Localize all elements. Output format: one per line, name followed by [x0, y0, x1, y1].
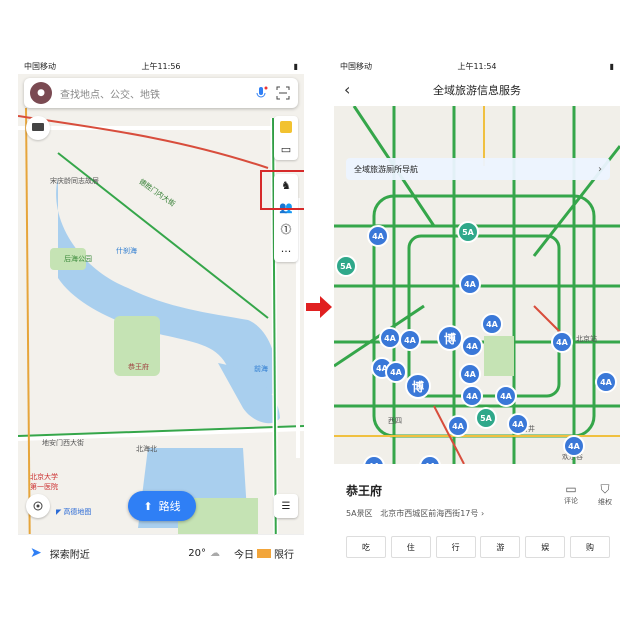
scenic-pin[interactable]: 4A: [459, 363, 481, 385]
highlight-box: [260, 170, 304, 210]
scenic-pin[interactable]: 4A: [563, 435, 585, 457]
back-icon[interactable]: ‹: [344, 80, 350, 99]
scenic-pin[interactable]: 4A: [461, 385, 483, 407]
poi-card: 恭王府 5A景区 北京市西城区前海西街17号 › ▭ 评论 ⛉ 维权 吃 住 行…: [334, 464, 620, 570]
scenic-pin[interactable]: 4A: [495, 385, 517, 407]
scenic-pin[interactable]: 4A: [507, 413, 529, 435]
layers-button[interactable]: [274, 116, 298, 138]
scenic-pin[interactable]: 5A: [457, 221, 479, 243]
tourism-map[interactable]: 全域旅游厕所导航 › 西四 王府井 欢乐谷 北京站 4A5A5A4A4A4A4A…: [334, 106, 620, 464]
shield-icon: ⛉: [600, 482, 610, 496]
route-button[interactable]: ⬆ 路线: [128, 491, 196, 521]
scenic-pin[interactable]: 4A: [461, 335, 483, 357]
poi-address: 北京市西城区前海西街17号: [380, 509, 479, 518]
notice-icon: ⓵: [280, 223, 292, 236]
microphone-icon[interactable]: [254, 86, 268, 100]
comment-button[interactable]: ▭ 评论: [556, 482, 586, 506]
traffic-limit[interactable]: 限行: [274, 546, 294, 561]
map-label: 北京站: [576, 335, 597, 343]
map-label: 西四: [388, 417, 402, 425]
id-card-icon: ☰: [281, 500, 291, 512]
clock-label: 上午11:54: [457, 61, 497, 71]
account-button[interactable]: ☰: [274, 494, 298, 518]
nav-bar: ‹ 全域旅游信息服务: [334, 74, 620, 106]
chevron-right-icon: ›: [598, 163, 602, 175]
category-tour[interactable]: 游: [480, 536, 521, 558]
search-bar[interactable]: ● 查找地点、公交、地铁: [24, 78, 298, 108]
rights-button[interactable]: ⛉ 维权: [590, 482, 620, 507]
map-label: 北海北: [136, 445, 157, 453]
map-label: 什刹海: [116, 247, 137, 255]
map-label: 宋庆龄同志故居: [50, 177, 99, 185]
map-label: 前海: [254, 365, 268, 373]
comment-icon: ▭: [565, 482, 577, 496]
clock-label: 上午11:56: [141, 61, 181, 71]
bus-icon: ▭: [280, 142, 292, 156]
map-label: 第一医院: [30, 483, 58, 491]
scenic-pin[interactable]: 5A: [335, 255, 357, 277]
scenic-pin[interactable]: 4A: [481, 313, 503, 335]
left-screenshot: 中国移动 上午11:56 ▮ ● 查找地点、公交、地铁 ▭ ♞ 👥 ⓵ ··· …: [18, 58, 304, 570]
search-input[interactable]: 查找地点、公交、地铁: [60, 86, 254, 101]
paper-plane-icon: ➤: [30, 545, 42, 561]
avatar[interactable]: ●: [30, 82, 52, 104]
route-arrow-icon: ⬆: [143, 499, 153, 513]
today-label: 今日: [234, 549, 254, 561]
layers-icon: [280, 121, 292, 133]
scenic-pin[interactable]: 博: [437, 325, 463, 351]
poi-meta: 5A景区 北京市西城区前海西街17号 ›: [346, 508, 484, 519]
category-shop[interactable]: 购: [569, 536, 610, 558]
scenic-pin[interactable]: 4A: [385, 361, 407, 383]
category-eat[interactable]: 吃: [346, 536, 386, 558]
amap-logo: ◤ 高德地图: [56, 507, 91, 517]
message-button[interactable]: [26, 116, 50, 140]
map-label: 后海公园: [64, 255, 92, 263]
temperature: 20°: [188, 547, 206, 559]
scenic-pin[interactable]: 4A: [367, 225, 389, 247]
right-screenshot: 中国移动 上午11:54 ▮ ‹ 全域旅游信息服务 全域旅游厕所导航 › 西四 …: [334, 58, 620, 570]
limit-icon: [257, 548, 271, 558]
page-title: 全域旅游信息服务: [433, 84, 521, 97]
category-fun[interactable]: 娱: [525, 536, 566, 558]
category-tabs: 吃 住 行 游 娱 购: [346, 536, 610, 558]
traffic-button[interactable]: ▭: [274, 138, 298, 160]
scenic-pin[interactable]: 4A: [447, 415, 469, 437]
locate-icon: [33, 501, 43, 511]
category-transport[interactable]: 行: [435, 536, 476, 558]
scan-icon[interactable]: [276, 86, 290, 100]
amap-icon: ◤: [56, 508, 62, 516]
scenic-pin[interactable]: 博: [405, 373, 431, 399]
chevron-right-icon[interactable]: ›: [481, 509, 484, 518]
explore-nearby[interactable]: 探索附近: [50, 546, 90, 561]
route-label: 路线: [158, 500, 181, 513]
rights-label: 维权: [598, 498, 612, 506]
more-button[interactable]: ···: [274, 240, 298, 262]
amap-brand: 高德地图: [63, 508, 92, 516]
transition-arrow-icon: [306, 296, 332, 318]
locate-button[interactable]: [26, 494, 50, 518]
banner-label: 全域旅游厕所导航: [354, 164, 418, 174]
scenic-pin[interactable]: 4A: [379, 327, 401, 349]
poi-title: 恭王府: [346, 484, 383, 498]
toilet-nav-banner[interactable]: 全域旅游厕所导航 ›: [346, 158, 610, 180]
more-icon: ···: [280, 244, 292, 258]
comment-label: 评论: [564, 497, 578, 505]
scenic-pin[interactable]: 4A: [459, 273, 481, 295]
map-label: 恭王府: [128, 363, 149, 371]
scenic-pin[interactable]: 4A: [595, 371, 617, 393]
scenic-pin[interactable]: 5A: [475, 407, 497, 429]
category-stay[interactable]: 住: [390, 536, 431, 558]
notice-button[interactable]: ⓵: [274, 218, 298, 240]
map-label: 北京大学: [30, 473, 58, 481]
left-status-bar: 中国移动 上午11:56 ▮: [18, 58, 304, 74]
right-status-bar: 中国移动 上午11:54 ▮: [334, 58, 620, 74]
poi-grade: 5A景区: [346, 509, 373, 518]
scenic-pin[interactable]: 4A: [399, 329, 421, 351]
layer-tools: ▭: [274, 116, 298, 160]
bottom-bar: ➤ 探索附近 20° ☁ 今日 限行: [18, 534, 304, 570]
chat-icon: [32, 123, 44, 131]
weather-icon: ☁: [210, 547, 220, 559]
map-label: 地安门西大街: [42, 439, 84, 447]
scenic-pin[interactable]: 4A: [551, 331, 573, 353]
